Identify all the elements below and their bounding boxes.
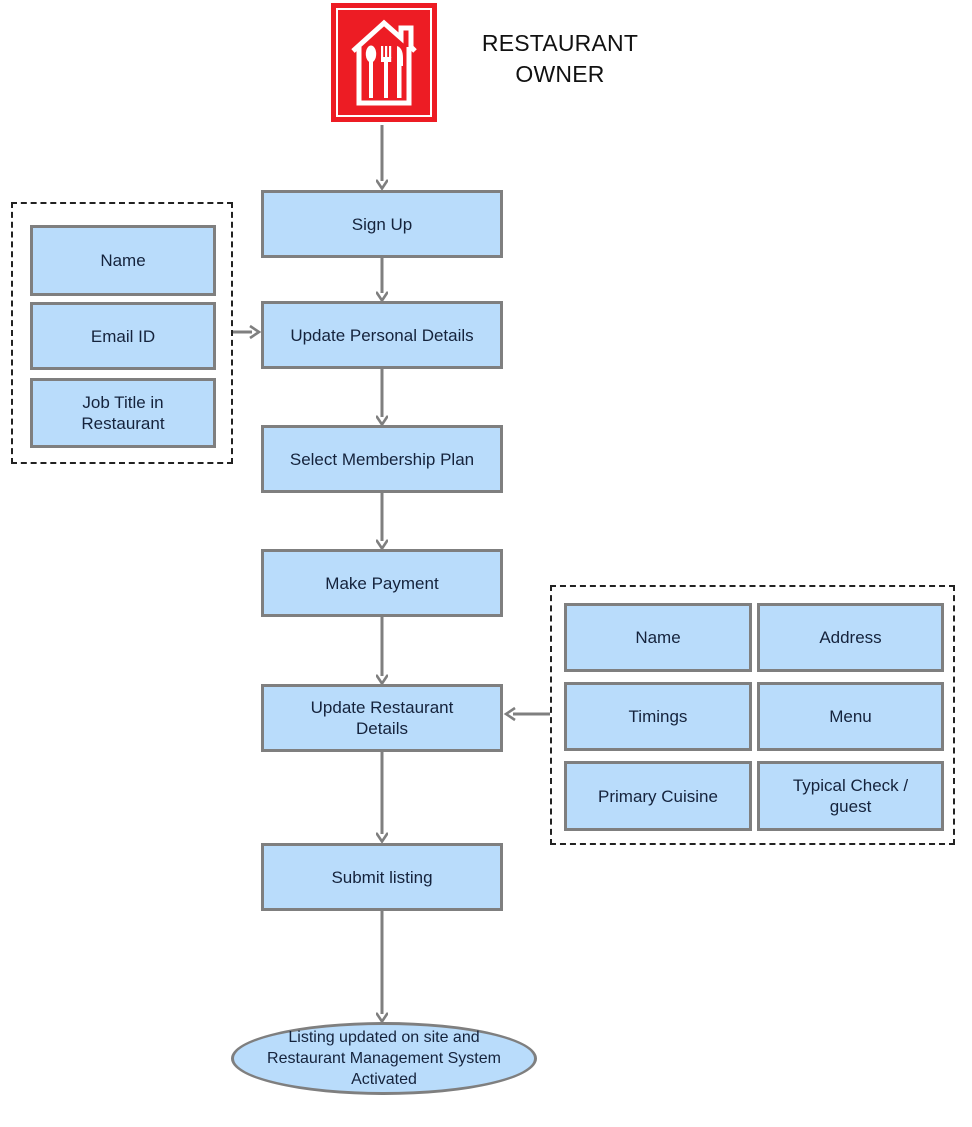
- actor-label: RESTAURANT OWNER: [450, 28, 670, 90]
- process-submit-listing-label: Submit listing: [331, 867, 433, 887]
- process-update-personal-details-label: Update Personal Details: [290, 325, 474, 345]
- process-update-restaurant-details-label: Update Restaurant Details: [310, 698, 454, 738]
- field-restaurant-primary-cuisine[interactable]: Primary Cuisine: [564, 761, 752, 831]
- process-submit-listing[interactable]: Submit listing: [261, 843, 503, 911]
- field-restaurant-typical-check[interactable]: Typical Check / guest: [757, 761, 944, 831]
- process-select-membership-plan[interactable]: Select Membership Plan: [261, 425, 503, 493]
- process-update-personal-details[interactable]: Update Personal Details: [261, 301, 503, 369]
- process-sign-up[interactable]: Sign Up: [261, 190, 503, 258]
- process-make-payment-label: Make Payment: [325, 573, 439, 593]
- field-personal-job-title-label: Job Title in Restaurant: [81, 393, 165, 433]
- field-personal-email-id[interactable]: Email ID: [30, 302, 216, 370]
- field-personal-name[interactable]: Name: [30, 225, 216, 296]
- field-personal-email-id-label: Email ID: [90, 326, 156, 346]
- field-restaurant-name-label: Name: [635, 628, 681, 647]
- process-select-membership-plan-label: Select Membership Plan: [289, 449, 475, 469]
- process-update-restaurant-details[interactable]: Update Restaurant Details: [261, 684, 503, 752]
- field-restaurant-menu-label: Menu: [829, 707, 872, 726]
- restaurant-house-cutlery-icon: [351, 19, 417, 106]
- actor-label-line2: OWNER: [515, 61, 605, 87]
- connector-personal-fields-to-step: [233, 324, 262, 340]
- field-restaurant-primary-cuisine-label: Primary Cuisine: [598, 786, 718, 806]
- restaurant-owner-logo: [331, 3, 437, 122]
- field-restaurant-menu[interactable]: Menu: [757, 682, 944, 751]
- actor-label-line1: RESTAURANT: [481, 30, 639, 56]
- field-restaurant-timings-label: Timings: [628, 707, 688, 726]
- process-sign-up-label: Sign Up: [351, 214, 413, 234]
- flowchart-canvas: RESTAURANT OWNER Sign Up Update Personal…: [0, 0, 972, 1127]
- field-restaurant-address-label: Address: [819, 628, 882, 647]
- field-personal-name-label: Name: [100, 251, 146, 270]
- field-restaurant-timings[interactable]: Timings: [564, 682, 752, 751]
- connector-restaurant-fields-to-step: [503, 706, 550, 722]
- field-restaurant-typical-check-label: Typical Check / guest: [792, 776, 909, 816]
- field-personal-job-title[interactable]: Job Title in Restaurant: [30, 378, 216, 448]
- field-restaurant-address[interactable]: Address: [757, 603, 944, 672]
- process-make-payment[interactable]: Make Payment: [261, 549, 503, 617]
- field-restaurant-name[interactable]: Name: [564, 603, 752, 672]
- terminal-listing-activated-label: Listing updated on site and Restaurant M…: [267, 1029, 501, 1088]
- terminal-listing-activated[interactable]: Listing updated on site and Restaurant M…: [231, 1022, 537, 1095]
